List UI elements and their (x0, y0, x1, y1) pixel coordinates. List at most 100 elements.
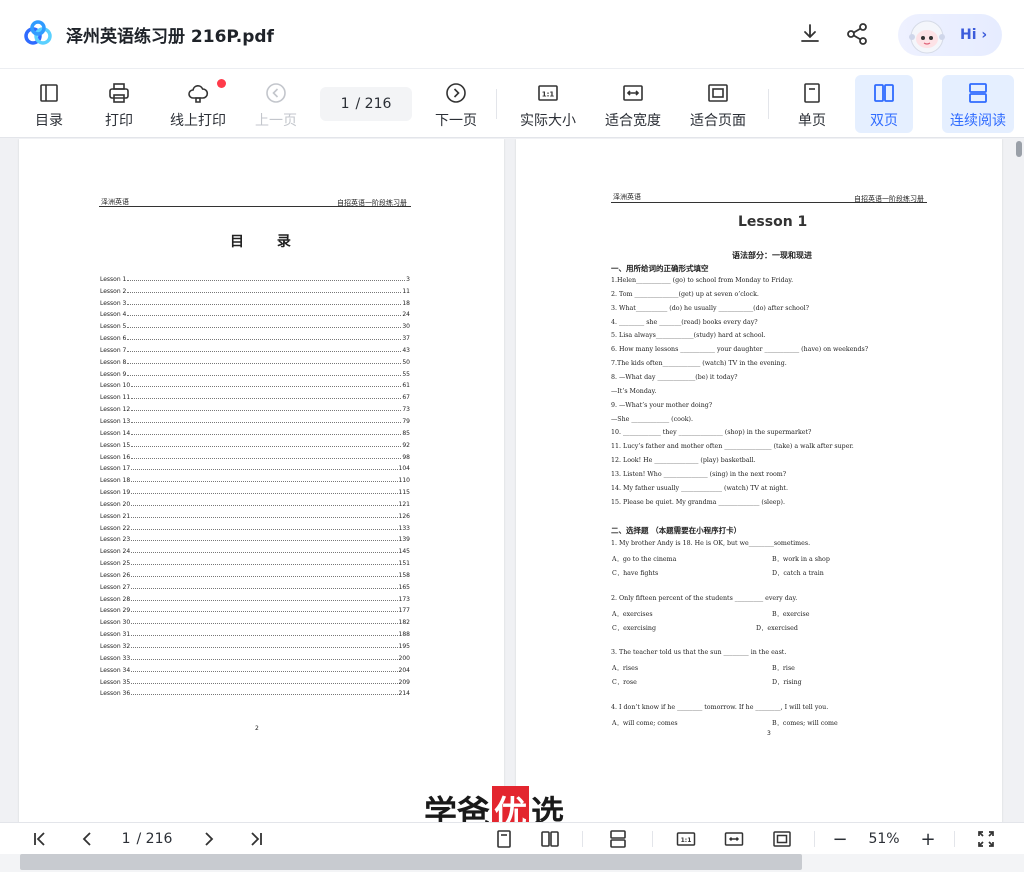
fit-width-button[interactable]: 适合宽度 (603, 75, 663, 133)
toc-page-number: 11 (402, 287, 410, 295)
print-button[interactable]: 打印 (98, 75, 140, 133)
continuous-read-button[interactable]: 连续阅读 (942, 75, 1014, 133)
section-multiple-choice: 二、选择题 （本题需要在小程序打卡） (611, 526, 742, 535)
toc-page-number: 139 (398, 536, 410, 544)
toc-row[interactable]: Lesson 11 67 (100, 389, 410, 401)
toc-row[interactable]: Lesson 20 121 (100, 496, 410, 508)
catalog-button[interactable]: 目录 (28, 75, 70, 133)
page-header-left: 泽洲英语 (613, 193, 641, 201)
fullscreen-button[interactable] (974, 827, 998, 851)
toc-row[interactable]: Lesson 31 188 (100, 626, 410, 638)
toc-row[interactable]: Lesson 5 30 (100, 318, 410, 330)
toc-row[interactable]: Lesson 13 79 (100, 413, 410, 425)
toc-row[interactable]: Lesson 30 182 (100, 614, 410, 626)
toc-row[interactable]: Lesson 24 145 (100, 543, 410, 555)
toc-leader-dots (131, 421, 402, 423)
toc-lesson-name: Lesson 4 (100, 311, 127, 319)
toc-row[interactable]: Lesson 26 158 (100, 567, 410, 579)
double-page-bottom-button[interactable] (538, 827, 562, 851)
mc-option-c: C．exercising (612, 625, 657, 632)
toc-row[interactable]: Lesson 2 11 (100, 283, 410, 295)
toc-row[interactable]: Lesson 32 195 (100, 638, 410, 650)
download-icon[interactable] (798, 22, 822, 46)
toc-leader-dots (131, 540, 398, 542)
toc-row[interactable]: Lesson 10 61 (100, 378, 410, 390)
toc-row[interactable]: Lesson 14 85 (100, 425, 410, 437)
toc-row[interactable]: Lesson 22 133 (100, 520, 410, 532)
pdf-reader-app: 泽州英语练习册 216P.pdf Hi › 目录 打印 线上打印 上一页 1 /… (0, 0, 1024, 872)
prev-page-button[interactable]: 上一页 (252, 75, 300, 133)
toc-lesson-name: Lesson 6 (100, 335, 127, 343)
toc-row[interactable]: Lesson 12 73 (100, 401, 410, 413)
toc-row[interactable]: Lesson 15 92 (100, 437, 410, 449)
single-page-button[interactable]: 单页 (790, 75, 834, 133)
toc-lesson-name: Lesson 36 (100, 690, 131, 698)
continuous-bottom-button[interactable] (606, 827, 630, 851)
zoom-level[interactable]: 51% (860, 827, 908, 851)
document-viewport[interactable]: 泽洲英语 自招英语一阶段练习册 目 录 Lesson 1 3 Lesson 2 11 L… (0, 139, 1024, 822)
toc-row[interactable]: Lesson 7 43 (100, 342, 410, 354)
toc-row[interactable]: Lesson 8 50 (100, 354, 410, 366)
next-page-button[interactable]: 下一页 (432, 75, 480, 133)
mc-option-b: B．work in a shop (772, 556, 830, 563)
toc-row[interactable]: Lesson 36 214 (100, 686, 410, 698)
toc-lesson-name: Lesson 22 (100, 524, 131, 532)
fill-in-question: 12. Look! He ______________ (play) baske… (611, 457, 756, 465)
toc-row[interactable]: Lesson 35 209 (100, 674, 410, 686)
toc-row[interactable]: Lesson 6 37 (100, 330, 410, 342)
single-page-bottom-button[interactable] (492, 827, 516, 851)
last-page-button[interactable] (244, 827, 268, 851)
toc-row[interactable]: Lesson 27 165 (100, 579, 410, 591)
toc-row[interactable]: Lesson 23 139 (100, 532, 410, 544)
toc-page-number: 151 (398, 560, 410, 568)
toc-page-number: 98 (402, 453, 410, 461)
ai-assistant-button[interactable]: Hi › (898, 14, 1002, 56)
toc-row[interactable]: Lesson 4 24 (100, 307, 410, 319)
toc-lesson-name: Lesson 32 (100, 643, 131, 650)
svg-text:1:1: 1:1 (542, 91, 555, 99)
fill-in-question: —She ____________ (cook). (611, 415, 694, 423)
toc-row[interactable]: Lesson 34 204 (100, 662, 410, 674)
toc-row[interactable]: Lesson 17 104 (100, 461, 410, 472)
fit-width-bottom-button[interactable] (722, 827, 746, 851)
fit-page-bottom-button[interactable] (770, 827, 794, 851)
toc-row[interactable]: Lesson 25 151 (100, 555, 410, 567)
toc-row[interactable]: Lesson 18 110 (100, 472, 410, 484)
toc-row[interactable]: Lesson 19 115 (100, 484, 410, 496)
toc-leader-dots (131, 386, 402, 388)
vertical-scrollbar[interactable] (1012, 139, 1024, 822)
share-icon[interactable] (845, 22, 869, 46)
horizontal-scroll-thumb[interactable] (20, 854, 802, 870)
toc-lesson-name: Lesson 25 (100, 560, 131, 568)
toc-page-number: 126 (398, 512, 410, 520)
mc-option-d: D．catch a train (772, 570, 824, 577)
actual-size-bottom-button[interactable]: 1:1 (674, 827, 698, 851)
bottom-page-indicator[interactable]: 1 / 216 (112, 827, 182, 851)
zoom-out-button[interactable]: − (828, 827, 852, 851)
zoom-in-button[interactable]: + (916, 827, 940, 851)
page-number-input[interactable]: 1 / 216 (320, 87, 412, 121)
robot-avatar-icon (909, 20, 945, 54)
toc-row[interactable]: Lesson 28 173 (100, 591, 410, 603)
toc-row[interactable]: Lesson 33 200 (100, 650, 410, 662)
fit-page-button[interactable]: 适合页面 (688, 75, 748, 133)
toc-row[interactable]: Lesson 1 3 (100, 271, 410, 283)
printer-icon (109, 83, 129, 103)
horizontal-scrollbar[interactable] (0, 854, 1024, 872)
prev-page-bottom-button[interactable] (76, 827, 100, 851)
toc-leader-dots (127, 279, 406, 281)
toc-row[interactable]: Lesson 29 177 (100, 603, 410, 614)
next-page-bottom-button[interactable] (196, 827, 220, 851)
first-page-button[interactable] (28, 827, 52, 851)
vertical-scroll-thumb[interactable] (1016, 141, 1022, 157)
toc-page-number: 30 (402, 323, 410, 331)
double-page-button[interactable]: 双页 (855, 75, 913, 133)
toc-page-number: 43 (402, 346, 410, 354)
toc-row[interactable]: Lesson 21 126 (100, 508, 410, 520)
toc-row[interactable]: Lesson 9 55 (100, 366, 410, 378)
toc-lesson-name: Lesson 10 (100, 382, 131, 390)
single-page-icon (804, 83, 820, 103)
toc-row[interactable]: Lesson 16 98 (100, 449, 410, 461)
toc-row[interactable]: Lesson 3 18 (100, 295, 410, 307)
actual-size-button[interactable]: 1:1 实际大小 (518, 75, 578, 133)
